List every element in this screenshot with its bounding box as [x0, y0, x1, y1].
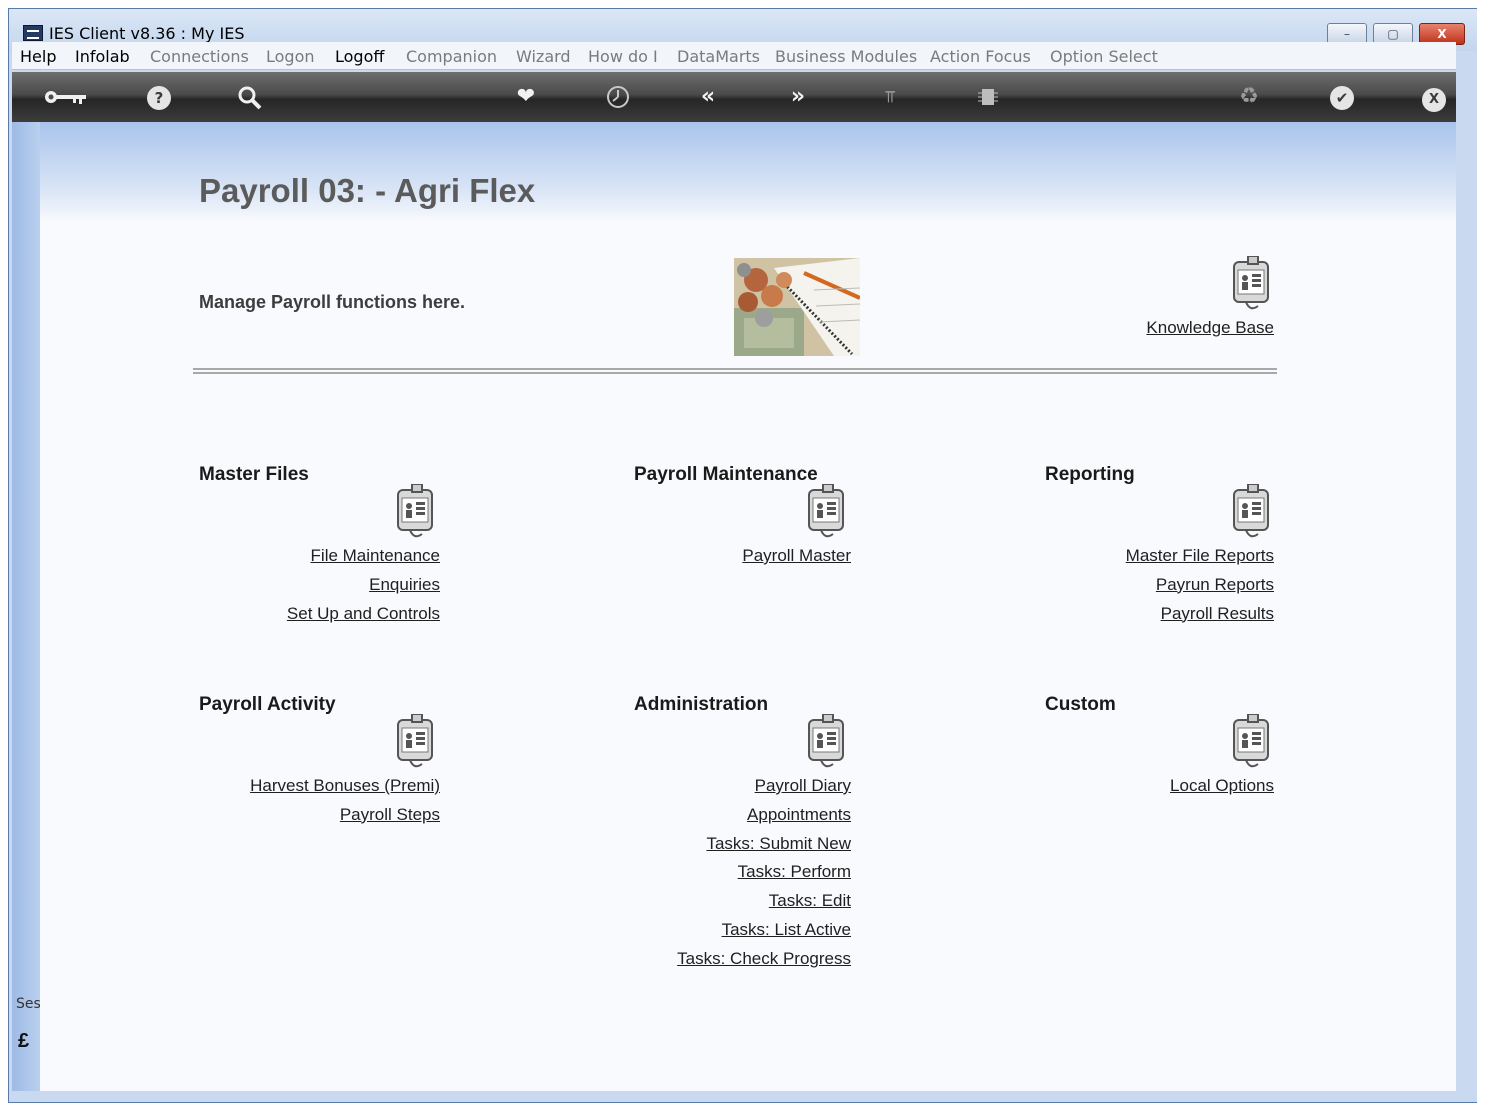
knowledge-base-icon[interactable]: [1224, 256, 1276, 316]
payroll-results-link[interactable]: Payroll Results: [1126, 602, 1274, 631]
administration-links: Payroll Diary Appointments Tasks: Submit…: [677, 774, 851, 976]
menu-action-focus[interactable]: Action Focus: [930, 47, 1031, 66]
tasks-submit-new-link[interactable]: Tasks: Submit New: [677, 832, 851, 861]
payroll-maintenance-title: Payroll Maintenance: [634, 464, 818, 485]
main-panel: Payroll 03: - Agri Flex Manage Payroll f…: [40, 122, 1456, 1091]
chip-icon[interactable]: [974, 84, 1002, 110]
appointments-link[interactable]: Appointments: [677, 803, 851, 832]
master-files-icon[interactable]: [388, 484, 440, 544]
section-divider: [193, 368, 1277, 374]
custom-links: Local Options: [1170, 774, 1274, 803]
tools-icon[interactable]: ⫪: [876, 84, 904, 110]
menu-help[interactable]: Help: [20, 47, 56, 66]
payrun-reports-link[interactable]: Payrun Reports: [1126, 573, 1274, 602]
local-options-link[interactable]: Local Options: [1170, 774, 1274, 803]
payroll-maintenance-icon[interactable]: [799, 484, 851, 544]
heart-icon[interactable]: ❤: [512, 84, 540, 110]
help-icon[interactable]: ?: [145, 84, 173, 110]
menu-option-select[interactable]: Option Select: [1050, 47, 1158, 66]
tasks-check-progress-link[interactable]: Tasks: Check Progress: [677, 947, 851, 976]
toolbar: ? ❤ « » ⫪ ♻ ✔ X: [12, 72, 1456, 122]
master-files-title: Master Files: [199, 464, 309, 485]
menu-how-do-i[interactable]: How do I: [588, 47, 658, 66]
menu-logon[interactable]: Logon: [266, 47, 315, 66]
close-icon[interactable]: X: [1420, 84, 1448, 112]
menu-infolab[interactable]: Infolab: [75, 47, 130, 66]
check-icon[interactable]: ✔: [1328, 84, 1356, 110]
tasks-perform-link[interactable]: Tasks: Perform: [677, 860, 851, 889]
payroll-maintenance-links: Payroll Master: [742, 544, 851, 573]
search-icon[interactable]: [236, 84, 264, 110]
payroll-hero-image: [734, 258, 860, 356]
window-edge: [1477, 8, 1486, 1103]
reporting-links: Master File Reports Payrun Reports Payro…: [1126, 544, 1274, 630]
enquiries-link[interactable]: Enquiries: [287, 573, 440, 602]
app-logo-icon: [23, 25, 43, 41]
payroll-activity-title: Payroll Activity: [199, 694, 336, 715]
menu-wizard[interactable]: Wizard: [516, 47, 571, 66]
page-title: Payroll 03: - Agri Flex: [199, 172, 536, 209]
knowledge-base-link[interactable]: Knowledge Base: [1146, 318, 1274, 338]
payroll-master-link[interactable]: Payroll Master: [742, 544, 851, 573]
recycle-icon[interactable]: ♻: [1235, 84, 1263, 110]
menu-bar: Help Infolab Connections Logon Logoff Co…: [12, 42, 1456, 70]
tasks-list-active-link[interactable]: Tasks: List Active: [677, 918, 851, 947]
payroll-steps-link[interactable]: Payroll Steps: [250, 803, 440, 832]
session-label: Ses: [16, 996, 41, 1012]
master-files-links: File Maintenance Enquiries Set Up and Co…: [287, 544, 440, 630]
setup-controls-link[interactable]: Set Up and Controls: [287, 602, 440, 631]
menu-connections[interactable]: Connections: [150, 47, 249, 66]
custom-title: Custom: [1045, 694, 1116, 715]
file-maintenance-link[interactable]: File Maintenance: [287, 544, 440, 573]
session-panel: Ses £: [12, 122, 41, 1091]
page-subtitle: Manage Payroll functions here.: [199, 292, 466, 312]
master-file-reports-link[interactable]: Master File Reports: [1126, 544, 1274, 573]
administration-title: Administration: [634, 694, 769, 715]
session-icon: £: [18, 1030, 30, 1052]
clock-icon[interactable]: [604, 84, 632, 110]
administration-icon[interactable]: [799, 714, 851, 774]
harvest-bonuses-link[interactable]: Harvest Bonuses (Premi): [250, 774, 440, 803]
menu-business-modules[interactable]: Business Modules: [775, 47, 917, 66]
menu-datamarts[interactable]: DataMarts: [677, 47, 760, 66]
reporting-icon[interactable]: [1224, 484, 1276, 544]
key-icon[interactable]: [40, 84, 90, 110]
back-icon[interactable]: «: [694, 84, 722, 110]
tasks-edit-link[interactable]: Tasks: Edit: [677, 889, 851, 918]
forward-icon[interactable]: »: [784, 84, 812, 110]
content-area: Ses £ Payroll 03: - Agri Flex Manage Pay…: [12, 122, 1456, 1091]
custom-icon[interactable]: [1224, 714, 1276, 774]
menu-logoff[interactable]: Logoff: [335, 47, 384, 66]
reporting-title: Reporting: [1045, 464, 1135, 485]
payroll-activity-icon[interactable]: [388, 714, 440, 774]
window-title: IES Client v8.36 : My IES: [49, 24, 245, 43]
payroll-diary-link[interactable]: Payroll Diary: [677, 774, 851, 803]
payroll-activity-links: Harvest Bonuses (Premi) Payroll Steps: [250, 774, 440, 832]
menu-companion[interactable]: Companion: [406, 47, 497, 66]
